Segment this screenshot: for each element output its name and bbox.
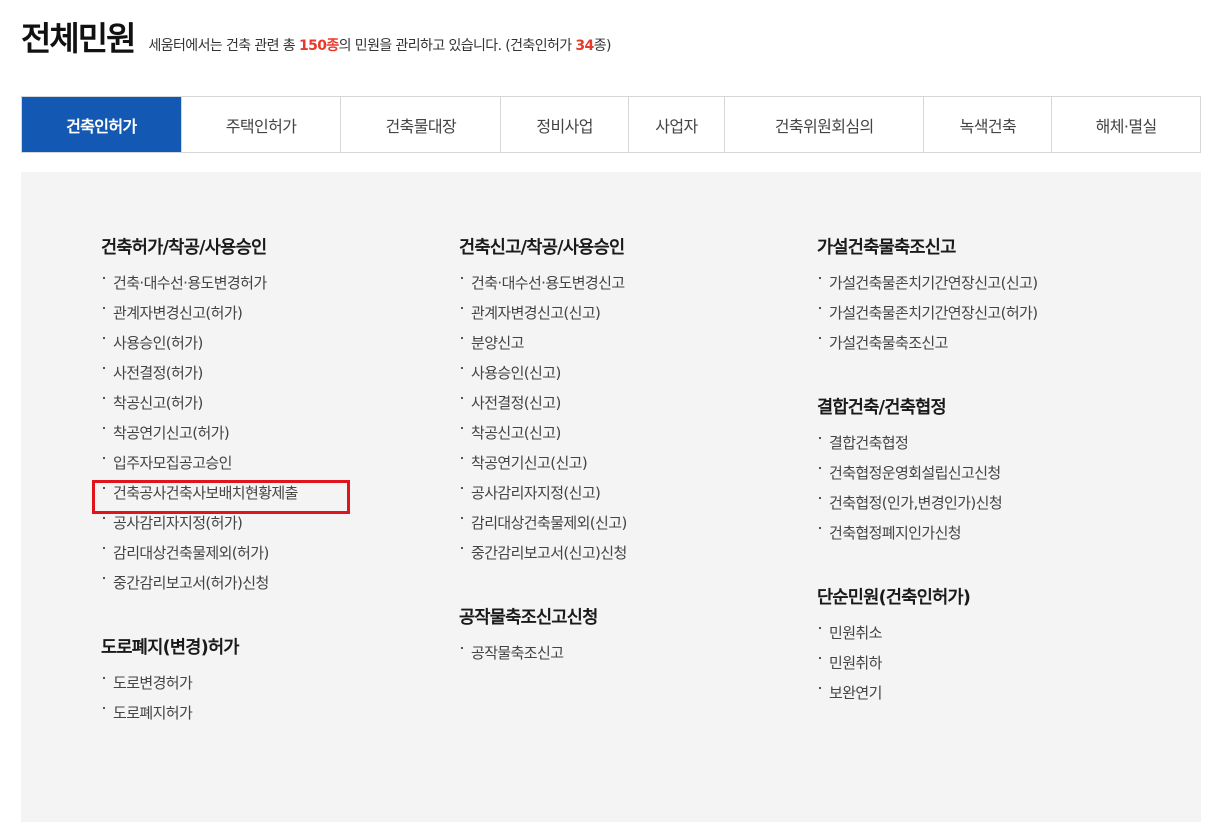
page-title: 전체민원	[21, 19, 136, 58]
list-item[interactable]: 건축·대수선·용도변경허가	[101, 272, 298, 302]
list-item[interactable]: 착공연기신고(신고)	[459, 452, 627, 482]
list-item[interactable]: 감리대상건축물제외(신고)	[459, 512, 627, 542]
tab-building-register[interactable]: 건축물대장	[341, 97, 502, 152]
permit-count: 34	[575, 38, 594, 54]
group-road-abolition: 도로폐지(변경)허가 도로변경허가 도로폐지허가	[101, 636, 298, 732]
group-title: 단순민원(건축인허가)	[817, 588, 971, 608]
list-item[interactable]: 사용승인(허가)	[101, 332, 298, 362]
group-title: 공작물축조신고신청	[459, 608, 598, 628]
list-item[interactable]: 민원취소	[817, 622, 1038, 652]
list-item[interactable]: 분양신고	[459, 332, 627, 362]
list-item[interactable]: 도로변경허가	[101, 672, 298, 702]
tab-redevelopment[interactable]: 정비사업	[501, 97, 629, 152]
list-item[interactable]: 보완연기	[817, 682, 1038, 712]
list-item[interactable]: 가설건축물존치기간연장신고(신고)	[817, 272, 1038, 302]
tab-housing-permit[interactable]: 주택인허가	[181, 97, 342, 152]
list-item[interactable]: 건축협정폐지인가신청	[817, 522, 1038, 552]
tab-building-permit[interactable]: 건축인허가	[22, 97, 182, 152]
list-item[interactable]: 관계자변경신고(허가)	[101, 302, 298, 332]
list-item[interactable]: 건축·대수선·용도변경신고	[459, 272, 627, 302]
group-building-permit: 건축허가/착공/사용승인 건축·대수선·용도변경허가 관계자변경신고(허가) 사…	[101, 236, 298, 602]
item-list: 건축·대수선·용도변경허가 관계자변경신고(허가) 사용승인(허가) 사전결정(…	[101, 272, 298, 602]
page-header: 전체민원 세움터에서는 건축 관련 총 150종의 민원을 관리하고 있습니다.…	[21, 12, 611, 60]
group-title: 건축신고/착공/사용승인	[459, 238, 625, 258]
list-item[interactable]: 공사감리자지정(신고)	[459, 482, 627, 512]
group-title: 건축허가/착공/사용승인	[101, 238, 267, 258]
list-item[interactable]: 도로폐지허가	[101, 702, 298, 732]
group-building-report: 건축신고/착공/사용승인 건축·대수선·용도변경신고 관계자변경신고(신고) 분…	[459, 236, 627, 572]
list-item[interactable]: 건축협정(인가,변경인가)신청	[817, 492, 1038, 522]
list-item[interactable]: 관계자변경신고(신고)	[459, 302, 627, 332]
group-combined-building: 결합건축/건축협정 결합건축협정 건축협정운영회설립신고신청 건축협정(인가,변…	[817, 396, 1038, 552]
item-list: 건축·대수선·용도변경신고 관계자변경신고(신고) 분양신고 사용승인(신고) …	[459, 272, 627, 572]
highlight-annotation-box	[92, 480, 350, 514]
category-tabs: 건축인허가 주택인허가 건축물대장 정비사업 사업자 건축위원회심의 녹색건축 …	[21, 96, 1201, 153]
item-list: 공작물축조신고	[459, 642, 627, 672]
list-item[interactable]: 민원취하	[817, 652, 1038, 682]
list-item[interactable]: 착공신고(허가)	[101, 392, 298, 422]
list-item[interactable]: 공작물축조신고	[459, 642, 627, 672]
group-structure-report: 공작물축조신고신청 공작물축조신고	[459, 606, 627, 672]
list-item[interactable]: 중간감리보고서(신고)신청	[459, 542, 627, 572]
item-list: 결합건축협정 건축협정운영회설립신고신청 건축협정(인가,변경인가)신청 건축협…	[817, 432, 1038, 552]
group-simple-request: 단순민원(건축인허가) 민원취소 민원취하 보완연기	[817, 586, 1038, 712]
tab-business-operator[interactable]: 사업자	[628, 97, 725, 152]
total-count: 150종	[298, 38, 339, 54]
list-item[interactable]: 사용승인(신고)	[459, 362, 627, 392]
list-item[interactable]: 공사감리자지정(허가)	[101, 512, 298, 542]
group-temporary-building: 가설건축물축조신고 가설건축물존치기간연장신고(신고) 가설건축물존치기간연장신…	[817, 236, 1038, 362]
list-item[interactable]: 결합건축협정	[817, 432, 1038, 462]
column-3: 가설건축물축조신고 가설건축물존치기간연장신고(신고) 가설건축물존치기간연장신…	[817, 236, 1038, 712]
item-list: 가설건축물존치기간연장신고(신고) 가설건축물존치기간연장신고(허가) 가설건축…	[817, 272, 1038, 362]
group-title: 도로폐지(변경)허가	[101, 638, 239, 658]
list-item[interactable]: 가설건축물축조신고	[817, 332, 1038, 362]
list-item[interactable]: 사전결정(허가)	[101, 362, 298, 392]
list-item[interactable]: 입주자모집공고승인	[101, 452, 298, 482]
list-item[interactable]: 착공신고(신고)	[459, 422, 627, 452]
item-list: 도로변경허가 도로폐지허가	[101, 672, 298, 732]
list-item[interactable]: 가설건축물존치기간연장신고(허가)	[817, 302, 1038, 332]
tab-building-committee[interactable]: 건축위원회심의	[724, 97, 925, 152]
tab-demolition[interactable]: 해체·멸실	[1052, 97, 1201, 152]
list-item[interactable]: 감리대상건축물제외(허가)	[101, 542, 298, 572]
list-item[interactable]: 사전결정(신고)	[459, 392, 627, 422]
column-2: 건축신고/착공/사용승인 건축·대수선·용도변경신고 관계자변경신고(신고) 분…	[459, 236, 627, 672]
list-item[interactable]: 착공연기신고(허가)	[101, 422, 298, 452]
list-item[interactable]: 건축협정운영회설립신고신청	[817, 462, 1038, 492]
page-subtitle: 세움터에서는 건축 관련 총 150종의 민원을 관리하고 있습니다. (건축인…	[148, 38, 611, 54]
tab-green-building[interactable]: 녹색건축	[924, 97, 1053, 152]
item-list: 민원취소 민원취하 보완연기	[817, 622, 1038, 712]
list-item[interactable]: 중간감리보고서(허가)신청	[101, 572, 298, 602]
group-title: 가설건축물축조신고	[817, 238, 956, 258]
group-title: 결합건축/건축협정	[817, 398, 947, 418]
